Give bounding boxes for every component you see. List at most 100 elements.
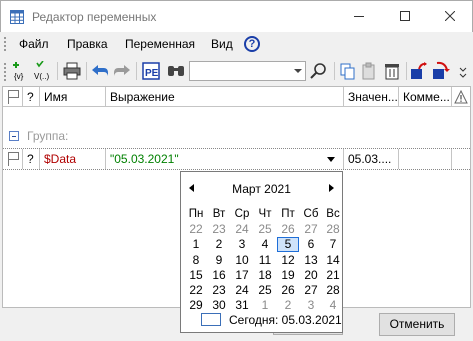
title-bar: Редактор переменных	[0, 0, 473, 32]
calendar-day[interactable]: 20	[300, 268, 322, 283]
chevron-down-icon[interactable]	[294, 69, 302, 73]
today-marker[interactable]	[201, 313, 221, 326]
header-expression-column[interactable]: Выражение	[106, 87, 344, 107]
close-button[interactable]	[427, 1, 473, 31]
calendar-day[interactable]: 25	[254, 222, 276, 237]
calendar-day[interactable]: 6	[300, 237, 322, 252]
calendar-day[interactable]: 16	[208, 268, 230, 283]
help-icon[interactable]: ?	[244, 36, 260, 52]
toolbar-grip-icon	[4, 63, 6, 81]
menu-file[interactable]: Файл	[19, 37, 49, 51]
group-row[interactable]: Группа:	[3, 127, 470, 145]
header-flag-column[interactable]	[3, 87, 23, 107]
expression-value: "05.03.2021"	[110, 152, 179, 166]
collapse-icon[interactable]	[9, 131, 19, 141]
find-button[interactable]	[166, 61, 186, 81]
calendar-day[interactable]: 30	[208, 298, 230, 313]
today-label[interactable]: Сегодня: 05.03.2021	[229, 313, 342, 327]
flag-icon	[8, 152, 19, 166]
calendar-day[interactable]: 18	[254, 268, 276, 283]
add-expression-variable-button[interactable]: V(..)	[33, 60, 53, 81]
calendar-day[interactable]: 9	[208, 253, 230, 268]
undo-button[interactable]	[90, 61, 110, 81]
delete-button[interactable]	[382, 61, 402, 81]
menu-variable[interactable]: Переменная	[125, 37, 195, 51]
calendar-day[interactable]: 27	[300, 222, 322, 237]
calendar-day[interactable]: 25	[254, 283, 276, 298]
header-warning-column[interactable]	[452, 87, 470, 107]
calendar-day[interactable]: 7	[322, 237, 344, 252]
row-expression-cell[interactable]: "05.03.2021"	[106, 149, 344, 169]
calendar-day[interactable]: 24	[231, 283, 253, 298]
weekday-label: Пн	[188, 208, 204, 220]
calendar-day[interactable]: 4	[322, 298, 344, 313]
warning-icon	[454, 90, 468, 104]
calendar-day[interactable]: 28	[322, 283, 344, 298]
expression-dropdown-button[interactable]	[321, 151, 341, 167]
paste-button[interactable]	[360, 61, 380, 81]
calendar-day[interactable]: 26	[277, 283, 299, 298]
date-picker-calendar: Март 2021 Пн Вт Ср Чт Пт Сб Вс 22 23 24 25 26 27 28 1…	[180, 171, 343, 333]
calendar-day[interactable]: 31	[231, 298, 253, 313]
calendar-day[interactable]: 24	[231, 222, 253, 237]
calendar-day[interactable]: 29	[185, 298, 207, 313]
move-down-button[interactable]	[431, 61, 451, 81]
row-flag-cell[interactable]	[3, 149, 23, 169]
menu-view[interactable]: Вид	[211, 37, 233, 51]
calendar-day[interactable]: 15	[185, 268, 207, 283]
search-combo[interactable]	[189, 61, 306, 81]
calendar-day[interactable]: 23	[208, 283, 230, 298]
header-comment-column[interactable]: Комме...	[399, 87, 452, 107]
copy-button[interactable]	[338, 61, 358, 81]
calendar-day[interactable]: 1	[185, 237, 207, 252]
redo-button[interactable]	[112, 61, 132, 81]
move-up-button[interactable]	[409, 61, 429, 81]
maximize-button[interactable]	[382, 1, 428, 31]
calendar-day[interactable]: 13	[300, 253, 322, 268]
calendar-day[interactable]: 22	[185, 222, 207, 237]
minimize-button[interactable]	[336, 1, 382, 31]
cancel-button[interactable]: Отменить	[379, 313, 455, 336]
row-name-cell[interactable]: $Data	[40, 149, 106, 169]
add-variable-button[interactable]: {v}	[11, 61, 31, 81]
menu-edit[interactable]: Правка	[67, 37, 108, 51]
calendar-day[interactable]: 22	[185, 283, 207, 298]
calendar-day[interactable]: 3	[300, 298, 322, 313]
calendar-day[interactable]: 19	[277, 268, 299, 283]
toolbar-overflow-icon[interactable]	[459, 63, 467, 81]
calendar-day[interactable]: 17	[231, 268, 253, 283]
calendar-month-title[interactable]: Март 2021	[181, 182, 342, 196]
calendar-day[interactable]: 14	[322, 253, 344, 268]
calendar-day[interactable]: 11	[254, 253, 276, 268]
print-button[interactable]	[62, 61, 82, 81]
flag-icon	[8, 90, 19, 104]
calendar-day[interactable]: 21	[322, 268, 344, 283]
calendar-day[interactable]: 5	[277, 237, 299, 252]
table-row[interactable]: ? $Data "05.03.2021" 05.03....	[3, 148, 470, 170]
row-q-cell[interactable]: ?	[23, 149, 40, 169]
calendar-day[interactable]: 10	[231, 253, 253, 268]
calendar-day[interactable]: 2	[208, 237, 230, 252]
calendar-day[interactable]: 3	[231, 237, 253, 252]
calendar-day[interactable]: 28	[322, 222, 344, 237]
calendar-day[interactable]: 27	[300, 283, 322, 298]
paste-icon	[362, 62, 375, 80]
calendar-day[interactable]: 8	[185, 253, 207, 268]
calendar-day[interactable]: 2	[277, 298, 299, 313]
move-up-icon	[411, 62, 427, 79]
search-go-button[interactable]	[309, 61, 329, 81]
calendar-day[interactable]: 26	[277, 222, 299, 237]
next-month-icon[interactable]	[329, 184, 334, 192]
expression-view-button[interactable]: PE	[141, 61, 161, 81]
header-value-column[interactable]: Значен...	[344, 87, 399, 107]
grid-header: ? Имя Выражение Значен... Комме...	[3, 87, 470, 107]
row-value-cell[interactable]: 05.03....	[344, 149, 399, 169]
header-q-column[interactable]: ?	[23, 87, 40, 107]
calendar-day[interactable]: 4	[254, 237, 276, 252]
toolbar-separator	[86, 62, 87, 80]
header-name-column[interactable]: Имя	[40, 87, 106, 107]
calendar-day[interactable]: 1	[254, 298, 276, 313]
calendar-day[interactable]: 12	[277, 253, 299, 268]
row-comment-cell[interactable]	[399, 149, 452, 169]
calendar-day[interactable]: 23	[208, 222, 230, 237]
